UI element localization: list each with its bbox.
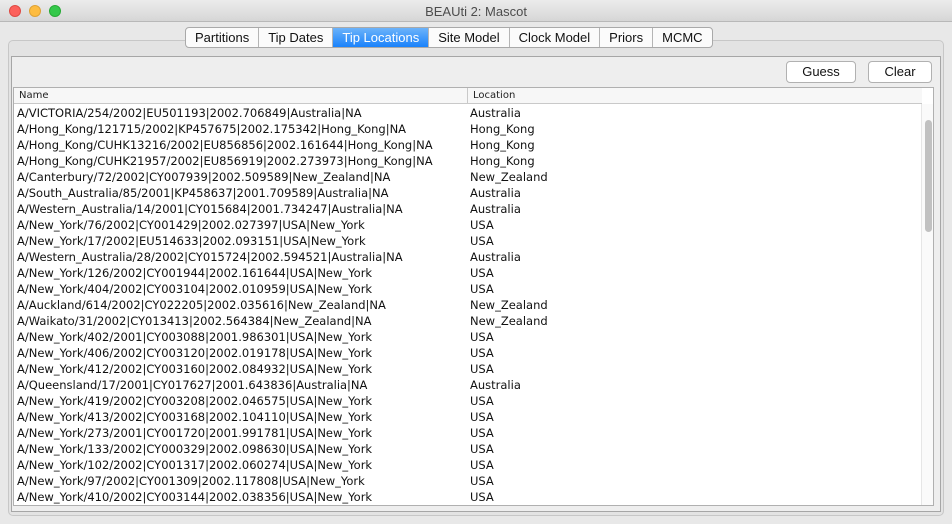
location-cell[interactable]: USA <box>470 217 910 233</box>
location-cell[interactable]: USA <box>470 281 910 297</box>
location-cell[interactable]: USA <box>470 489 910 505</box>
location-cell[interactable]: USA <box>470 457 910 473</box>
location-cell[interactable]: Australia <box>470 105 910 121</box>
name-cell: A/New_York/410/2002|CY003144|2002.038356… <box>17 490 373 504</box>
name-cell: A/Queensland/17/2001|CY017627|2001.64383… <box>17 378 368 392</box>
name-cell: A/Waikato/31/2002|CY013413|2002.564384|N… <box>17 314 372 328</box>
table-row[interactable]: A/VICTORIA/254/2002|EU501193|2002.706849… <box>14 105 922 121</box>
table-row[interactable]: A/Western_Australia/28/2002|CY015724|200… <box>14 249 922 265</box>
table-row[interactable]: A/New_York/404/2002|CY003104|2002.010959… <box>14 281 922 297</box>
table-row[interactable]: A/New_York/273/2001|CY001720|2001.991781… <box>14 425 922 441</box>
location-cell[interactable]: Hong_Kong <box>470 137 910 153</box>
table-row[interactable]: A/New_York/412/2002|CY003160|2002.084932… <box>14 361 922 377</box>
location-cell[interactable]: USA <box>470 233 910 249</box>
name-cell: A/Hong_Kong/CUHK21957/2002|EU856919|2002… <box>17 154 433 168</box>
vertical-scrollbar[interactable] <box>921 104 933 505</box>
scrollbar-thumb[interactable] <box>925 120 932 232</box>
table-body: A/VICTORIA/254/2002|EU501193|2002.706849… <box>14 105 922 505</box>
location-cell[interactable]: New_Zealand <box>470 169 910 185</box>
table-row[interactable]: A/Auckland/614/2002|CY022205|2002.035616… <box>14 297 922 313</box>
column-header-location[interactable]: Location <box>468 88 922 104</box>
location-cell[interactable]: Australia <box>470 201 910 217</box>
table-row[interactable]: A/New_York/76/2002|CY001429|2002.027397|… <box>14 217 922 233</box>
tab-bar: Partitions Tip Dates Tip Locations Site … <box>185 27 713 48</box>
name-cell: A/New_York/412/2002|CY003160|2002.084932… <box>17 362 373 376</box>
table-header: Name Location <box>14 88 922 104</box>
name-cell: A/New_York/126/2002|CY001944|2002.161644… <box>17 266 373 280</box>
name-cell: A/New_York/17/2002|EU514633|2002.093151|… <box>17 234 366 248</box>
clear-button[interactable]: Clear <box>868 61 932 83</box>
table-row[interactable]: A/New_York/102/2002|CY001317|2002.060274… <box>14 457 922 473</box>
location-cell[interactable]: Australia <box>470 377 910 393</box>
name-cell: A/VICTORIA/254/2002|EU501193|2002.706849… <box>17 106 362 120</box>
location-cell[interactable]: USA <box>470 473 910 489</box>
table-row[interactable]: A/Hong_Kong/CUHK21957/2002|EU856919|2002… <box>14 153 922 169</box>
name-cell: A/New_York/404/2002|CY003104|2002.010959… <box>17 282 373 296</box>
tab-priors[interactable]: Priors <box>600 28 654 47</box>
guess-button[interactable]: Guess <box>786 61 856 83</box>
name-cell: A/New_York/102/2002|CY001317|2002.060274… <box>17 458 373 472</box>
tab-tip-dates[interactable]: Tip Dates <box>259 28 334 47</box>
location-cell[interactable]: USA <box>470 265 910 281</box>
table-row[interactable]: A/Canterbury/72/2002|CY007939|2002.50958… <box>14 169 922 185</box>
tab-tip-locations[interactable]: Tip Locations <box>333 28 430 47</box>
name-cell: A/Canterbury/72/2002|CY007939|2002.50958… <box>17 170 391 184</box>
name-cell: A/New_York/402/2001|CY003088|2001.986301… <box>17 330 373 344</box>
table-row[interactable]: A/New_York/410/2002|CY003144|2002.038356… <box>14 489 922 505</box>
table-row[interactable]: A/Hong_Kong/121715/2002|KP457675|2002.17… <box>14 121 922 137</box>
location-cell[interactable]: USA <box>470 361 910 377</box>
table-row[interactable]: A/Queensland/17/2001|CY017627|2001.64383… <box>14 377 922 393</box>
location-cell[interactable]: USA <box>470 441 910 457</box>
name-cell: A/New_York/406/2002|CY003120|2002.019178… <box>17 346 373 360</box>
table-row[interactable]: A/Hong_Kong/CUHK13216/2002|EU856856|2002… <box>14 137 922 153</box>
table-row[interactable]: A/New_York/419/2002|CY003208|2002.046575… <box>14 393 922 409</box>
location-cell[interactable]: Australia <box>470 185 910 201</box>
name-cell: A/Western_Australia/14/2001|CY015684|200… <box>17 202 403 216</box>
location-cell[interactable]: USA <box>470 345 910 361</box>
name-cell: A/New_York/413/2002|CY003168|2002.104110… <box>17 410 373 424</box>
location-cell[interactable]: USA <box>470 409 910 425</box>
location-cell[interactable]: New_Zealand <box>470 313 910 329</box>
table-row[interactable]: A/Waikato/31/2002|CY013413|2002.564384|N… <box>14 313 922 329</box>
name-cell: A/Auckland/614/2002|CY022205|2002.035616… <box>17 298 386 312</box>
title-bar: BEAUti 2: Mascot <box>0 0 952 22</box>
name-cell: A/New_York/76/2002|CY001429|2002.027397|… <box>17 218 365 232</box>
table-row[interactable]: A/New_York/133/2002|CY000329|2002.098630… <box>14 441 922 457</box>
name-cell: A/Hong_Kong/121715/2002|KP457675|2002.17… <box>17 122 407 136</box>
name-cell: A/South_Australia/85/2001|KP458637|2001.… <box>17 186 389 200</box>
table-row[interactable]: A/New_York/97/2002|CY001309|2002.117808|… <box>14 473 922 489</box>
location-cell[interactable]: USA <box>470 329 910 345</box>
table-row[interactable]: A/South_Australia/85/2001|KP458637|2001.… <box>14 185 922 201</box>
table-row[interactable]: A/New_York/126/2002|CY001944|2002.161644… <box>14 265 922 281</box>
table-row[interactable]: A/New_York/17/2002|EU514633|2002.093151|… <box>14 233 922 249</box>
tab-clock-model[interactable]: Clock Model <box>510 28 601 47</box>
tip-locations-table: Name Location A/VICTORIA/254/2002|EU5011… <box>13 87 934 506</box>
tab-site-model[interactable]: Site Model <box>429 28 510 47</box>
name-cell: A/New_York/133/2002|CY000329|2002.098630… <box>17 442 373 456</box>
table-row[interactable]: A/Western_Australia/14/2001|CY015684|200… <box>14 201 922 217</box>
location-cell[interactable]: Australia <box>470 249 910 265</box>
location-cell[interactable]: USA <box>470 393 910 409</box>
window-title: BEAUti 2: Mascot <box>425 4 527 19</box>
name-cell: A/New_York/97/2002|CY001309|2002.117808|… <box>17 474 365 488</box>
tab-mcmc[interactable]: MCMC <box>653 28 711 47</box>
table-row[interactable]: A/New_York/413/2002|CY003168|2002.104110… <box>14 409 922 425</box>
column-header-name[interactable]: Name <box>14 88 468 104</box>
location-cell[interactable]: Hong_Kong <box>470 121 910 137</box>
name-cell: A/Western_Australia/28/2002|CY015724|200… <box>17 250 403 264</box>
name-cell: A/New_York/419/2002|CY003208|2002.046575… <box>17 394 373 408</box>
location-cell[interactable]: USA <box>470 425 910 441</box>
name-cell: A/Hong_Kong/CUHK13216/2002|EU856856|2002… <box>17 138 433 152</box>
location-cell[interactable]: New_Zealand <box>470 297 910 313</box>
name-cell: A/New_York/273/2001|CY001720|2001.991781… <box>17 426 373 440</box>
tab-partitions[interactable]: Partitions <box>186 28 260 47</box>
table-row[interactable]: A/New_York/402/2001|CY003088|2001.986301… <box>14 329 922 345</box>
table-row[interactable]: A/New_York/406/2002|CY003120|2002.019178… <box>14 345 922 361</box>
location-cell[interactable]: Hong_Kong <box>470 153 910 169</box>
